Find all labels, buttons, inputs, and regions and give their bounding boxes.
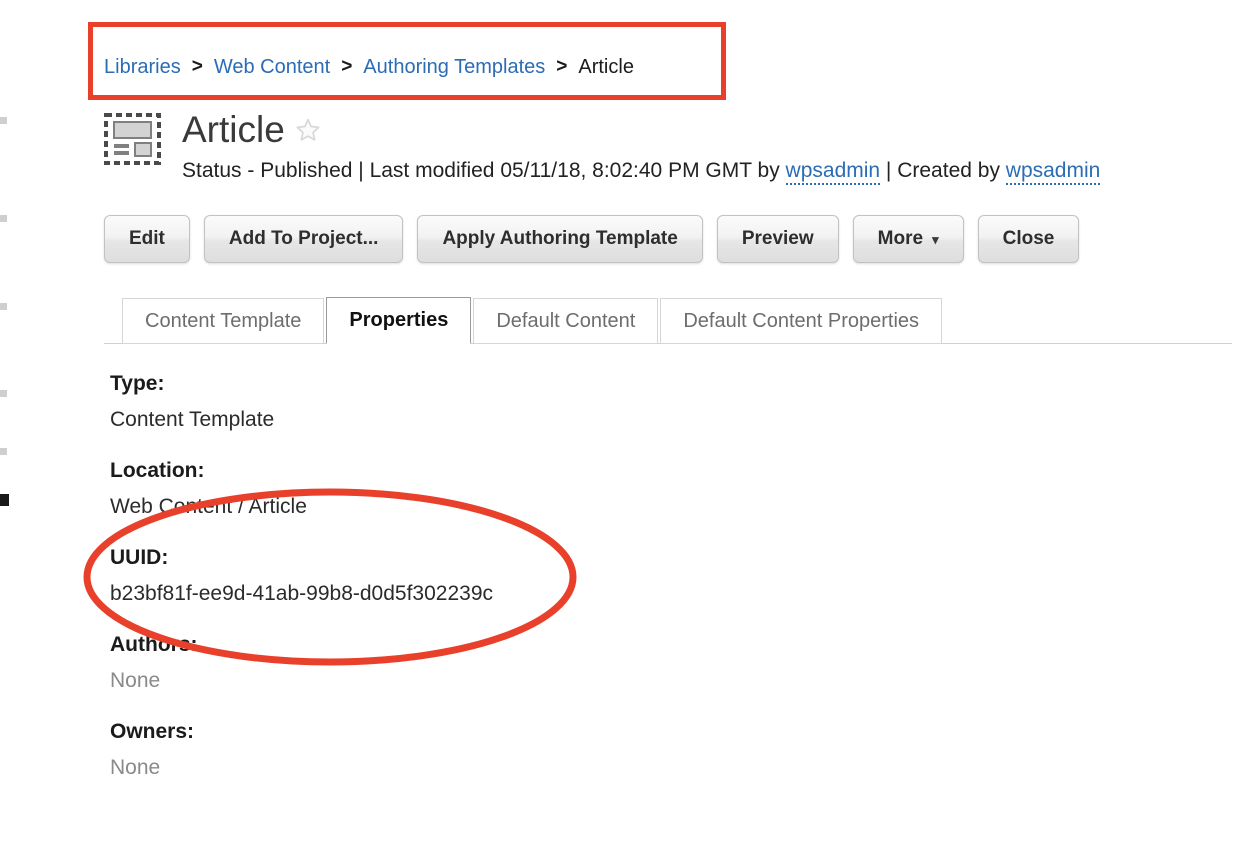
tab-properties[interactable]: Properties: [326, 297, 472, 344]
more-button-label: More: [877, 228, 924, 249]
close-button[interactable]: Close: [977, 215, 1080, 263]
breadcrumb-separator: >: [341, 56, 353, 77]
star-outline-icon[interactable]: [295, 117, 321, 143]
preview-button-label: Preview: [741, 228, 814, 249]
last-modified-value: 05/11/18, 8:02:40 PM GMT: [500, 159, 752, 182]
breadcrumb-item-article: Article: [578, 55, 634, 78]
edge-fragment: [0, 448, 7, 455]
edge-fragment: [0, 390, 7, 397]
page-title: Article: [182, 109, 285, 150]
edit-button[interactable]: Edit: [104, 215, 190, 263]
breadcrumb-separator: >: [556, 56, 568, 77]
breadcrumb: Libraries > Web Content > Authoring Temp…: [104, 52, 634, 82]
property-owners: Owners: None: [110, 718, 1010, 782]
property-authors: Authors: None: [110, 631, 1010, 695]
chevron-down-icon: ▾: [932, 231, 939, 247]
property-owners-value: None: [110, 756, 161, 779]
edge-fragment: [0, 494, 9, 506]
status-separator: |: [880, 159, 898, 182]
edge-fragment: [0, 117, 7, 124]
add-to-project-button[interactable]: Add To Project...: [203, 215, 404, 263]
properties-panel: Type: Content Template Location: Web Con…: [110, 370, 1010, 805]
tab-default-content-properties-label: Default Content Properties: [683, 309, 920, 332]
property-location-label: Location:: [110, 459, 205, 482]
edge-fragment: [0, 215, 7, 222]
apply-authoring-template-button[interactable]: Apply Authoring Template: [417, 215, 703, 263]
tab-content-template-label: Content Template: [145, 309, 302, 332]
edit-button-label: Edit: [129, 228, 165, 249]
property-type-value: Content Template: [110, 408, 275, 431]
tab-default-content-label: Default Content: [496, 309, 636, 332]
status-line: Status - Published | Last modified 05/11…: [182, 158, 1101, 185]
property-authors-value: None: [110, 669, 161, 692]
edge-fragment: [0, 303, 7, 310]
close-button-label: Close: [1002, 228, 1055, 249]
property-type-label: Type:: [110, 372, 165, 395]
property-authors-label: Authors:: [110, 633, 198, 656]
action-toolbar: Edit Add To Project... Apply Authoring T…: [104, 215, 1093, 263]
property-type: Type: Content Template: [110, 370, 1010, 434]
modified-by-user-link[interactable]: wpsadmin: [785, 159, 881, 185]
status-separator: |: [352, 159, 370, 182]
property-location-value: Web Content / Article: [110, 495, 307, 518]
breadcrumb-item-authoring-templates[interactable]: Authoring Templates: [363, 56, 545, 79]
tab-content-template[interactable]: Content Template: [122, 298, 325, 344]
content-template-icon: [104, 113, 161, 165]
add-to-project-button-label: Add To Project...: [228, 228, 379, 249]
status-value: Published: [260, 159, 353, 182]
modified-by-prefix: by: [751, 159, 786, 182]
property-uuid-value: b23bf81f-ee9d-41ab-99b8-d0d5f302239c: [110, 582, 493, 605]
breadcrumb-item-libraries[interactable]: Libraries: [104, 56, 181, 79]
breadcrumb-item-web-content[interactable]: Web Content: [214, 56, 330, 79]
tab-default-content[interactable]: Default Content: [473, 298, 659, 344]
preview-button[interactable]: Preview: [716, 215, 839, 263]
created-by-prefix: Created by: [897, 159, 1006, 182]
property-uuid-label: UUID:: [110, 546, 169, 569]
tab-strip: Content Template Properties Default Cont…: [122, 297, 944, 344]
property-location: Location: Web Content / Article: [110, 457, 1010, 521]
created-by-user-link[interactable]: wpsadmin: [1005, 159, 1101, 185]
breadcrumb-separator: >: [191, 56, 203, 77]
last-modified-prefix: Last modified: [369, 159, 501, 182]
tab-default-content-properties[interactable]: Default Content Properties: [660, 298, 943, 344]
property-uuid: UUID: b23bf81f-ee9d-41ab-99b8-d0d5f30223…: [110, 544, 1010, 608]
page-header: Article Status - Published | Last modifi…: [104, 108, 1101, 185]
property-owners-label: Owners:: [110, 720, 195, 743]
status-prefix: Status -: [182, 159, 261, 182]
apply-authoring-template-button-label: Apply Authoring Template: [442, 228, 678, 249]
more-button[interactable]: More ▾: [852, 215, 964, 263]
tab-properties-label: Properties: [349, 309, 449, 331]
